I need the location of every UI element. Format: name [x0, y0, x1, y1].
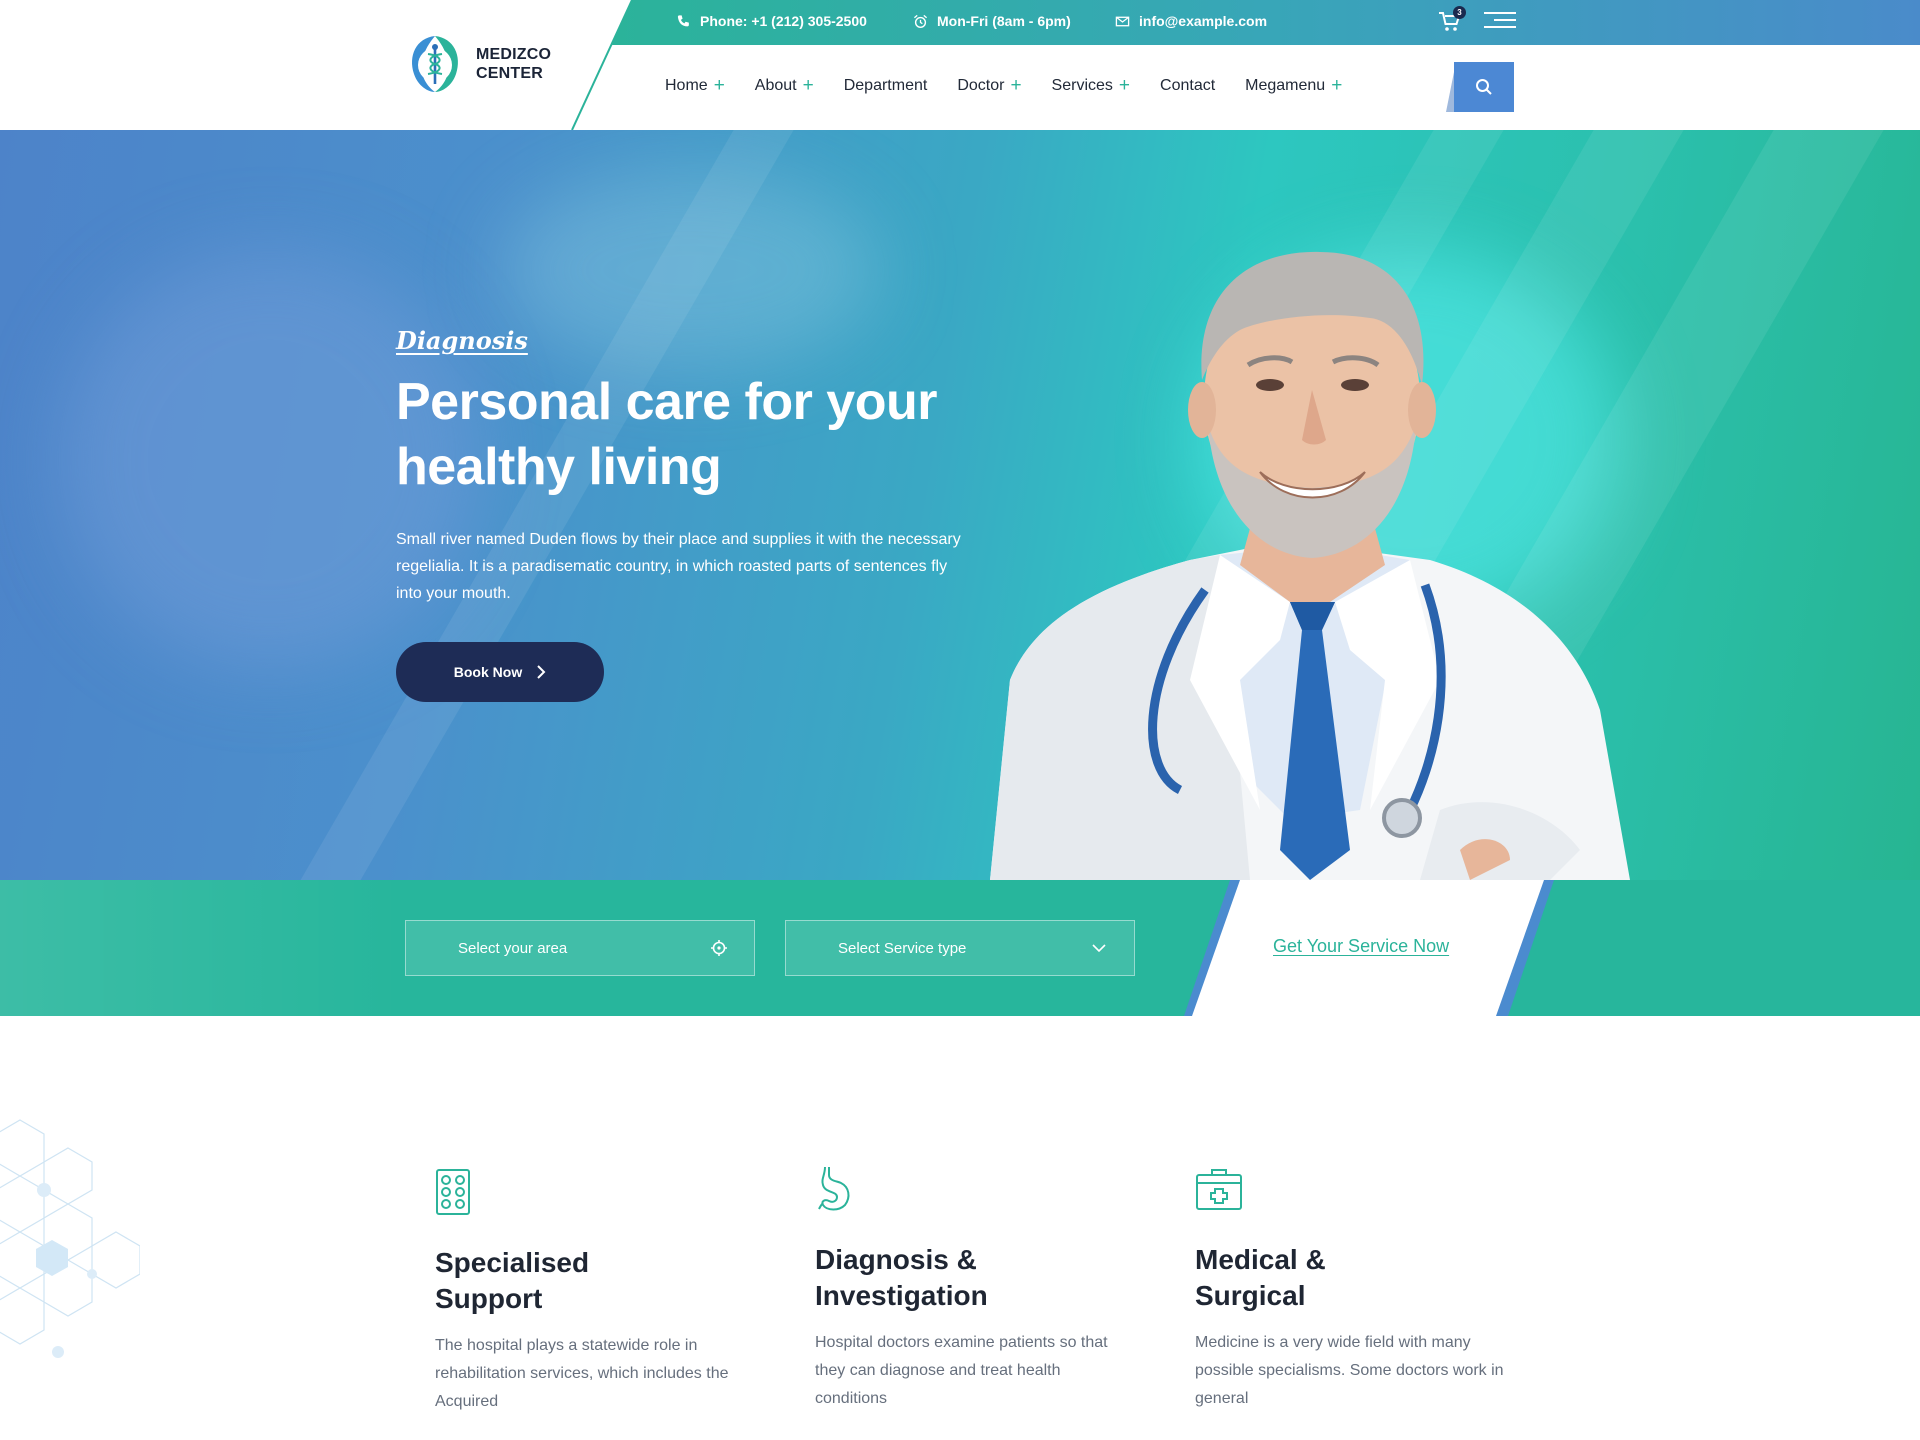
get-service-link[interactable]: Get Your Service Now [1273, 936, 1449, 957]
hero-section: Diagnosis Personal care for your healthy… [0, 130, 1920, 880]
nav-label: Services [1051, 76, 1113, 94]
logo[interactable]: MEDIZCO CENTER [404, 32, 551, 96]
book-now-button[interactable]: Book Now [396, 642, 604, 702]
chevron-down-icon [1092, 944, 1106, 953]
plus-icon: + [802, 75, 814, 96]
feature-title-line-1: Specialised [435, 1247, 590, 1278]
stomach-icon [818, 1166, 850, 1211]
nav-item-department[interactable]: Department [844, 77, 928, 95]
logo-line-2: CENTER [476, 65, 543, 82]
hero-title-line-1: Personal care for your [396, 373, 938, 431]
doctor-photo [990, 251, 1630, 880]
phone-icon [677, 14, 689, 26]
medical-kit-icon [1196, 1169, 1242, 1210]
feature-card: Medical & Surgical Medicine is a very wi… [1195, 1165, 1515, 1413]
feature-title-line-1: Diagnosis & [815, 1244, 977, 1275]
plus-icon: + [1331, 75, 1343, 96]
hero-eyebrow: Diagnosis [396, 326, 528, 355]
chevron-right-icon [537, 665, 546, 679]
hexagon-pattern-decoration [0, 1119, 140, 1358]
mail-icon [1115, 16, 1130, 26]
plus-icon: + [713, 75, 725, 96]
feature-text: Medicine is a very wide field with many … [1195, 1334, 1504, 1407]
nav-item-about[interactable]: About + [755, 76, 814, 95]
hero-title-line-2: healthy living [396, 438, 722, 496]
nav-item-home[interactable]: Home + [665, 76, 725, 95]
service-type-select[interactable]: Select Service type [785, 920, 1135, 976]
nav-item-megamenu[interactable]: Megamenu + [1245, 76, 1342, 95]
alarm-clock-icon [913, 14, 928, 28]
feature-title: Diagnosis & Investigation [815, 1242, 1135, 1314]
cart-count-badge: 3 [1453, 6, 1466, 19]
feature-card: Diagnosis & Investigation Hospital docto… [815, 1165, 1135, 1413]
area-select-placeholder: Select your area [458, 939, 568, 957]
pill-pack-icon [436, 1169, 470, 1215]
nav-label: Home [665, 76, 708, 94]
hero-description: Small river named Duden flows by their p… [396, 531, 961, 602]
nav-label: Megamenu [1245, 76, 1326, 94]
feature-title-line-1: Medical & [1195, 1244, 1326, 1275]
search-button[interactable] [1454, 62, 1514, 112]
nav-label: Department [843, 76, 928, 94]
nav-label: Doctor [957, 76, 1005, 94]
plus-icon: + [1118, 75, 1131, 96]
feature-title-line-2: Investigation [815, 1280, 988, 1311]
nav-item-contact[interactable]: Contact [1160, 77, 1215, 95]
phone-text: Phone: +1 (212) 305-2500 [700, 13, 867, 29]
email-text: info@example.com [1139, 13, 1268, 29]
crosshair-icon [711, 940, 727, 956]
search-icon [1476, 79, 1492, 95]
hero-title: Personal care for your healthy living [396, 370, 1036, 500]
header-diagonal-divider [571, 0, 633, 130]
plus-icon: + [1010, 75, 1022, 96]
book-now-label: Book Now [453, 664, 523, 680]
topbar-hours: Mon-Fri (8am - 6pm) [913, 13, 1071, 29]
nav-label: About [754, 76, 797, 94]
area-select[interactable]: Select your area [405, 920, 755, 976]
service-search-strip: Select your area Select Service type Get… [0, 880, 1920, 1016]
feature-title: Medical & Surgical [1195, 1242, 1515, 1314]
topbar: Phone: +1 (212) 305-2500 Mon-Fri (8am - … [0, 0, 1920, 45]
hours-text: Mon-Fri (8am - 6pm) [937, 13, 1071, 29]
topbar-email[interactable]: info@example.com [1115, 13, 1267, 29]
feature-text: Hospital doctors examine patients so tha… [815, 1334, 1108, 1407]
feature-text: The hospital plays a statewide role in r… [435, 1337, 729, 1410]
logo-text: MEDIZCO CENTER [476, 45, 551, 83]
strip-background-image [0, 880, 400, 1016]
nav-item-doctor[interactable]: Doctor + [957, 76, 1021, 95]
feature-card: Specialised Support The hospital plays a… [435, 1168, 755, 1416]
nav-item-services[interactable]: Services + [1052, 76, 1130, 95]
feature-title: Specialised Support [435, 1245, 755, 1317]
main-nav: Home + About + Department Doctor + Services… [665, 76, 1372, 95]
logo-line-1: MEDIZCO [476, 46, 552, 63]
caduceus-logo-icon [412, 36, 458, 92]
service-select-placeholder: Select Service type [838, 939, 967, 957]
feature-title-line-2: Support [435, 1283, 543, 1314]
site-header: Phone: +1 (212) 305-2500 Mon-Fri (8am - … [0, 0, 1920, 130]
nav-label: Contact [1160, 76, 1216, 94]
topbar-phone[interactable]: Phone: +1 (212) 305-2500 [676, 13, 867, 29]
menu-toggle-icon[interactable] [1484, 12, 1516, 32]
feature-title-line-2: Surgical [1195, 1280, 1306, 1311]
cart-button[interactable]: 3 [1438, 6, 1466, 34]
